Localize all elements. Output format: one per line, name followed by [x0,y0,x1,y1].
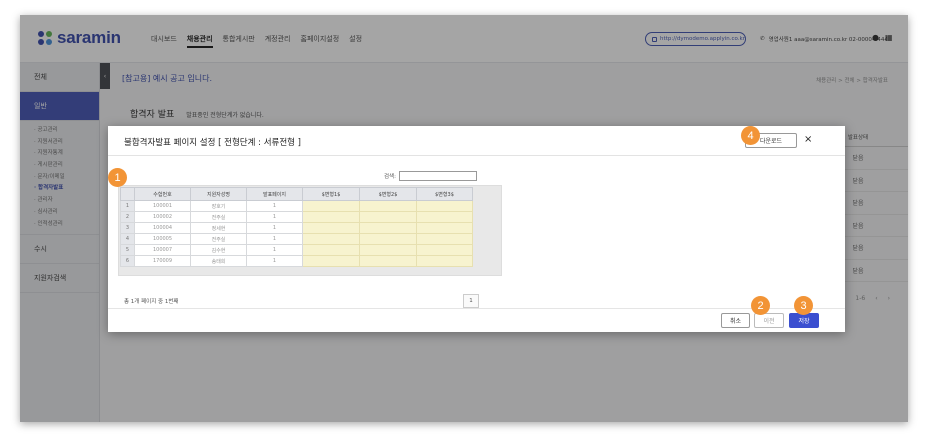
row-number: 4 [120,233,135,245]
variable-cell[interactable] [302,200,360,212]
applicant-name-cell[interactable]: 장호기 [190,200,247,212]
variable-cell[interactable] [302,244,360,256]
dialog-footer-divider [108,308,845,309]
table-row: 1 100001 장호기 1 [120,200,473,212]
row-number: 3 [120,222,135,234]
table-row: 5 100007 김수현 1 [120,244,473,256]
page-cell[interactable]: 1 [246,255,303,267]
search-label: 검색: [384,174,396,180]
cancel-button[interactable]: 취소 [721,313,750,328]
variable-cell[interactable] [416,200,473,212]
row-number: 1 [120,200,135,212]
rejection-page-settings-dialog: 불합격자발표 페이지 설정 [ 전형단계 : 서류전형 ] 다운로드 × 검색:… [108,126,845,332]
table-row: 3 100004 정세현 1 [120,222,473,234]
variable-cell[interactable] [416,255,473,267]
variable-cell[interactable] [416,211,473,223]
exam-number-cell[interactable]: 100002 [134,211,191,223]
variable-cell[interactable] [416,222,473,234]
column-header: 지원자성명 [190,187,247,201]
column-header [120,187,135,201]
spreadsheet-grid: 수험번호 지원자성명 발표페이지 $변형1$ $변형2$ $변형3$ 1 100… [118,185,502,276]
callout-badge-4: 4 [741,126,760,145]
dialog-header: 불합격자발표 페이지 설정 [ 전형단계 : 서류전형 ] 다운로드 × [108,126,845,156]
row-number: 2 [120,211,135,223]
applicant-name-cell[interactable]: 정세현 [190,222,247,234]
applicant-name-cell[interactable]: 전주실 [190,233,247,245]
callout-badge-2: 2 [751,296,770,315]
variable-cell[interactable] [359,211,417,223]
close-icon[interactable]: × [804,134,812,145]
row-number: 5 [120,244,135,256]
table-row: 6 170009 송태희 1 [120,255,473,267]
applicant-table: 수험번호 지원자성명 발표페이지 $변형1$ $변형2$ $변형3$ 1 100… [120,187,473,267]
previous-button[interactable]: 이전 [754,313,784,328]
exam-number-cell[interactable]: 100004 [134,222,191,234]
row-number: 6 [120,255,135,267]
exam-number-cell[interactable]: 100007 [134,244,191,256]
callout-badge-3: 3 [794,296,813,315]
table-header-row: 수험번호 지원자성명 발표페이지 $변형1$ $변형2$ $변형3$ [120,187,473,201]
column-header: $변형2$ [359,187,417,201]
page-cell[interactable]: 1 [246,200,303,212]
exam-number-cell[interactable]: 170009 [134,255,191,267]
page-cell[interactable]: 1 [246,244,303,256]
applicant-name-cell[interactable]: 김수현 [190,244,247,256]
page-number-button[interactable]: 1 [463,294,479,308]
page-info: 총 1개 페이지 중 1번째 [124,299,179,305]
column-header: $변형1$ [302,187,360,201]
save-button[interactable]: 저장 [789,313,819,328]
variable-cell[interactable] [302,211,360,223]
variable-cell[interactable] [302,222,360,234]
search-row: 검색: [384,171,477,181]
applicant-name-cell[interactable]: 전주실 [190,211,247,223]
variable-cell[interactable] [302,255,360,267]
search-input[interactable] [398,171,477,181]
variable-cell[interactable] [359,200,417,212]
page-cell[interactable]: 1 [246,222,303,234]
column-header: $변형3$ [416,187,473,201]
variable-cell[interactable] [359,222,417,234]
variable-cell[interactable] [416,233,473,245]
variable-cell[interactable] [359,255,417,267]
applicant-name-cell[interactable]: 송태희 [190,255,247,267]
dialog-title: 불합격자발표 페이지 설정 [ 전형단계 : 서류전형 ] [124,138,301,148]
table-row: 2 100002 전주실 1 [120,211,473,223]
variable-cell[interactable] [359,244,417,256]
exam-number-cell[interactable]: 100005 [134,233,191,245]
exam-number-cell[interactable]: 100001 [134,200,191,212]
variable-cell[interactable] [416,244,473,256]
variable-cell[interactable] [302,233,360,245]
variable-cell[interactable] [359,233,417,245]
page-cell[interactable]: 1 [246,233,303,245]
app-window: saramin 대시보드 채용관리 통합게시판 계정관리 홈페이지설정 설정 h… [20,15,908,422]
column-header: 발표페이지 [246,187,303,201]
table-row: 4 100005 전주실 1 [120,233,473,245]
callout-badge-1: 1 [108,168,127,187]
page-cell[interactable]: 1 [246,211,303,223]
column-header: 수험번호 [134,187,191,201]
